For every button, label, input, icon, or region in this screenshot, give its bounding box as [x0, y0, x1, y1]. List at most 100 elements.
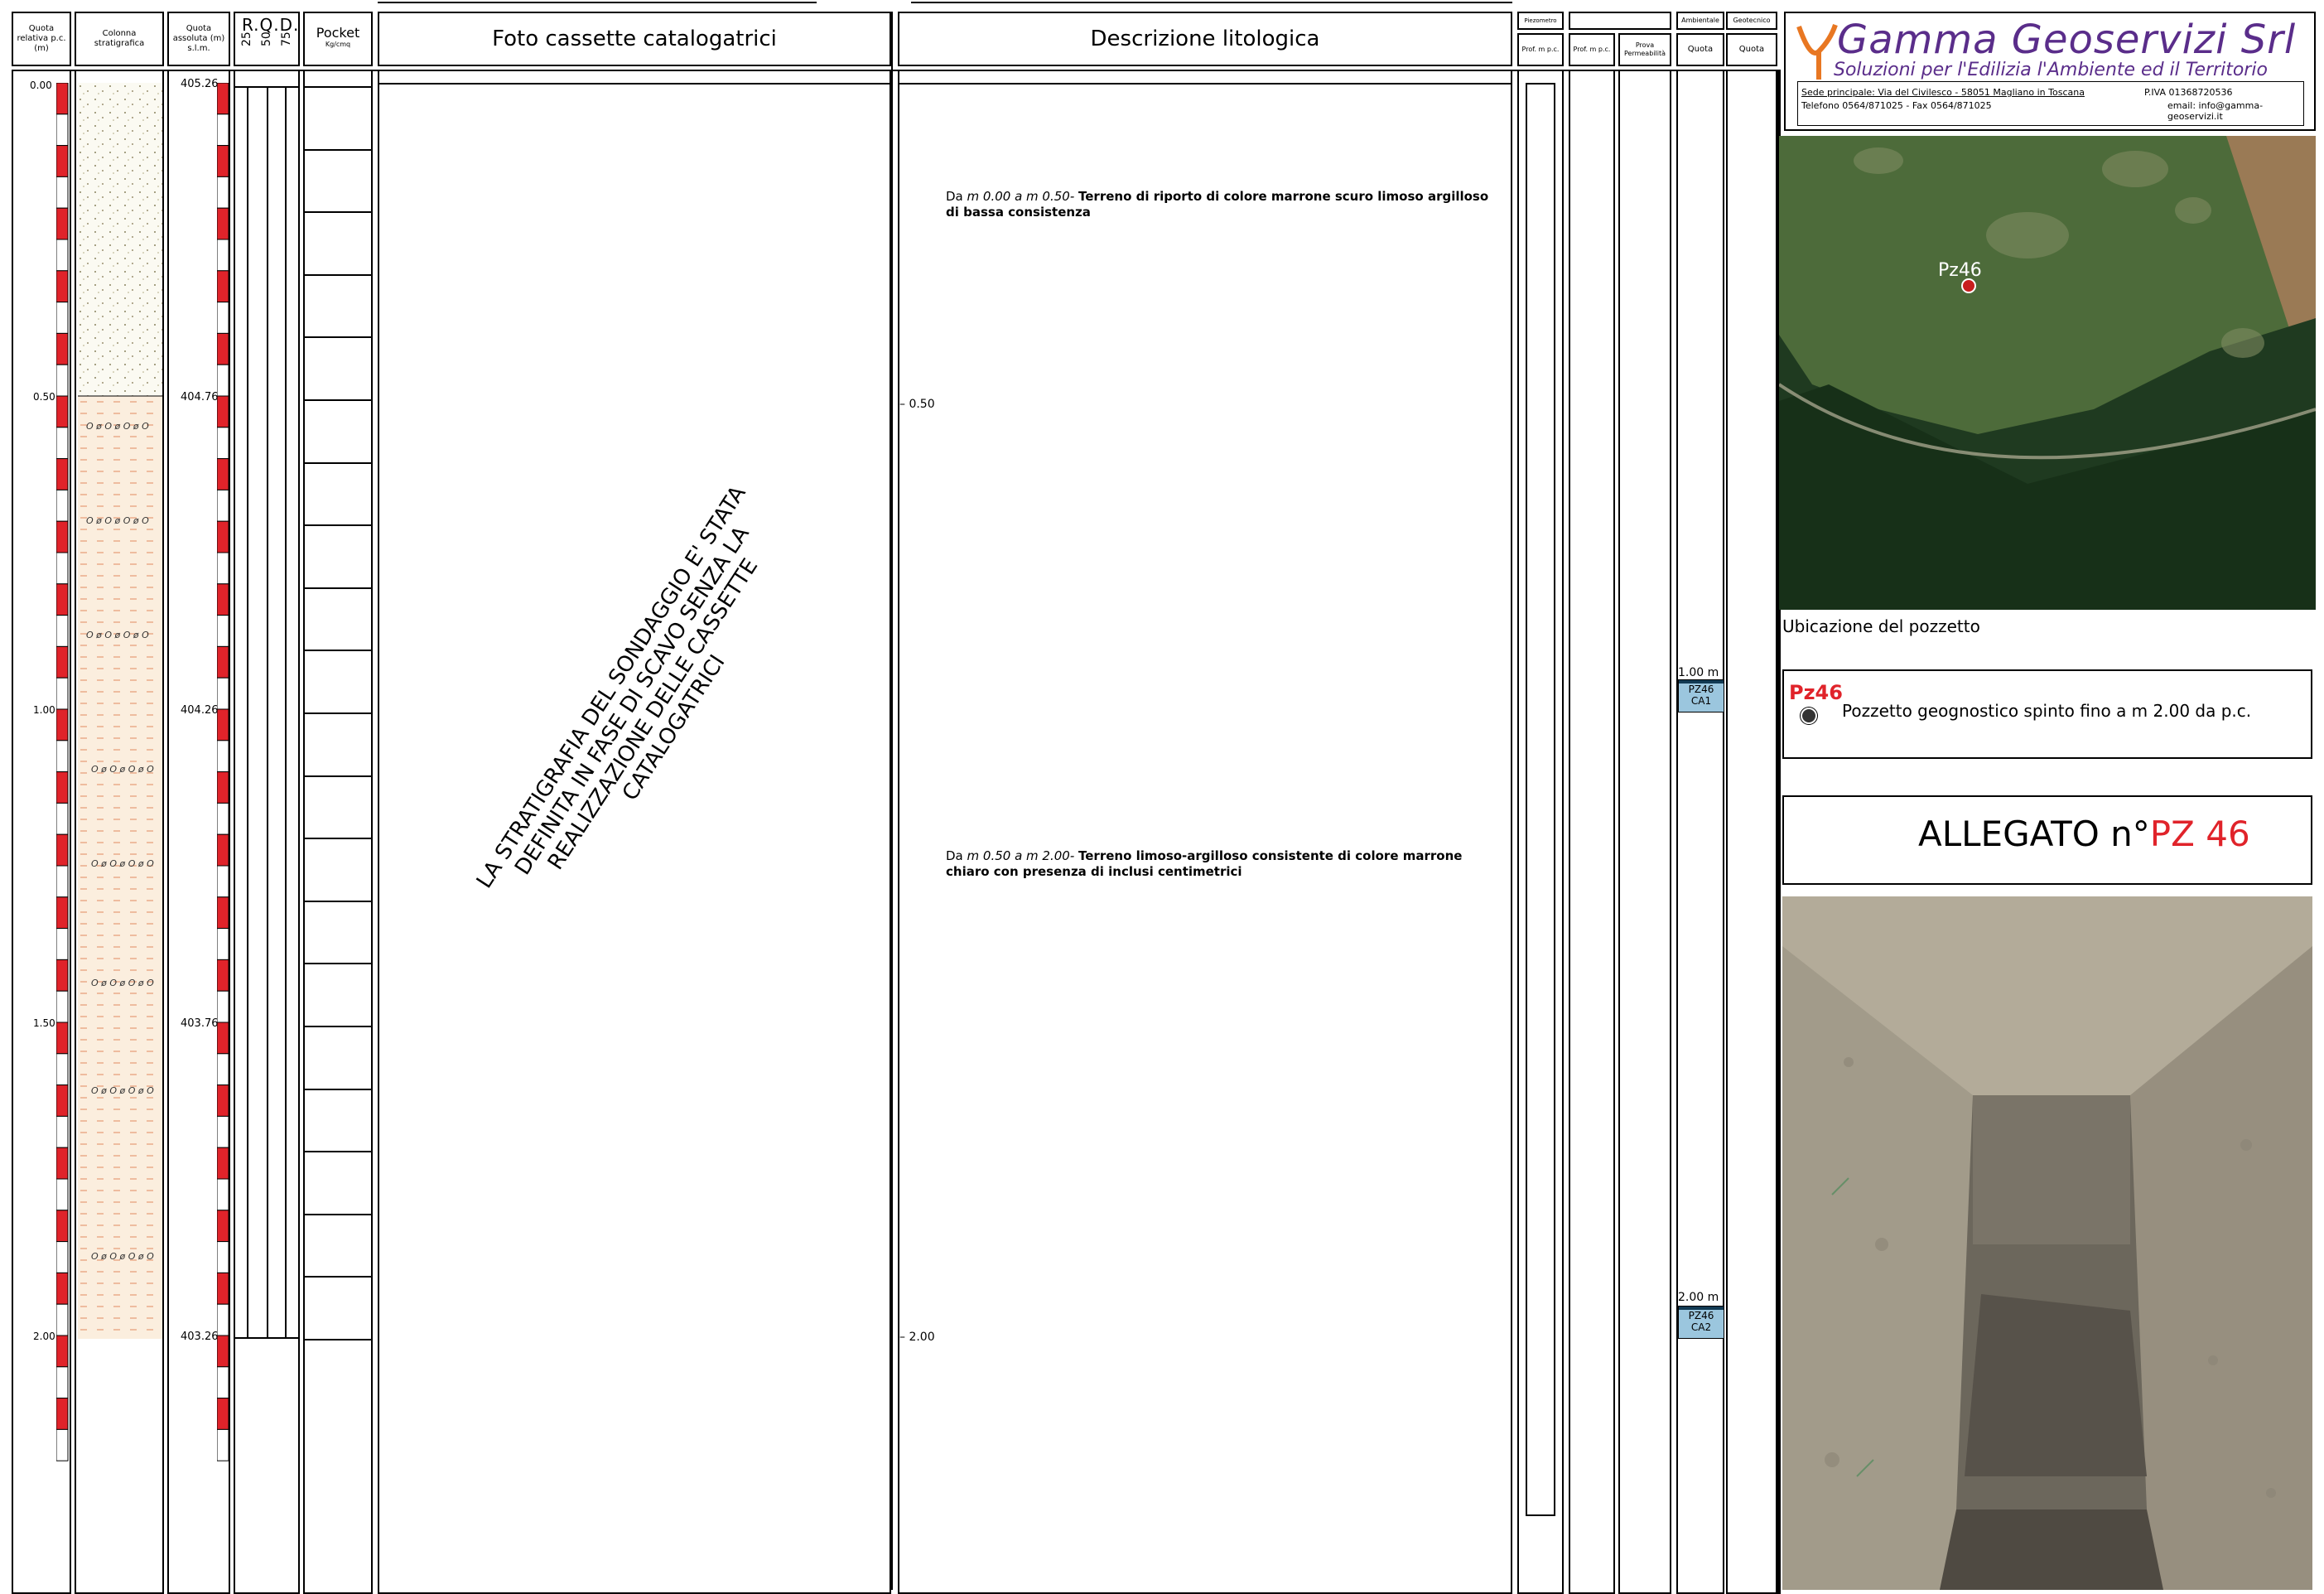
ruler-segment — [217, 114, 229, 147]
ruler-segment — [217, 1210, 229, 1243]
ruler-segment — [56, 1210, 69, 1243]
descr-depth-tick-1-text: 0.50 — [909, 398, 935, 411]
header-foto: Foto cassette catalogatrici — [378, 12, 891, 66]
pocket-grid-line — [303, 712, 373, 714]
header-foto-text: Foto cassette catalogatrici — [492, 27, 777, 51]
piezometer-tube — [1526, 83, 1555, 1516]
ruler-segment — [217, 270, 229, 303]
company-address: Sede principale: Via del Civilesco - 580… — [1801, 87, 2085, 98]
svg-text:O ø O ø O ø O: O ø O ø O ø O — [86, 630, 149, 640]
rqd-tick-50: 50 — [260, 31, 273, 46]
pocket-grid-line — [303, 587, 373, 589]
pocket-grid — [303, 86, 373, 1465]
svg-text:O ø O ø O ø O: O ø O ø O ø O — [91, 858, 154, 869]
ruler-segment — [56, 708, 69, 741]
pocket-grid-line — [303, 775, 373, 777]
ruler-segment — [56, 332, 69, 365]
pocket-grid-line — [303, 650, 373, 652]
ruler-segment — [217, 1115, 229, 1148]
depth-label-3: 1.50 — [33, 1017, 55, 1029]
depth-label-1: 0.50 — [33, 391, 55, 403]
ruler-segment — [56, 458, 69, 490]
ruler-segment — [217, 583, 229, 616]
header-prova-perm: Prova Permeabilità — [1618, 33, 1671, 66]
ruler-segment — [56, 677, 69, 710]
ruler-segment — [56, 489, 69, 522]
ruler-segment — [56, 1241, 69, 1273]
pocket-grid-line — [303, 1026, 373, 1027]
pocket-grid-line — [303, 1088, 373, 1090]
body-top-rule — [12, 70, 1777, 71]
ruler-segment — [217, 552, 229, 585]
ruler-segment — [56, 427, 69, 460]
ruler-segment — [56, 1428, 69, 1461]
ruler-segment — [56, 364, 69, 397]
ruler-segment — [56, 959, 69, 992]
top-rule-2 — [911, 2, 1512, 3]
col-foto — [378, 70, 891, 1594]
ruler-segment — [217, 1366, 229, 1399]
company-info-box: Sede principale: Via del Civilesco - 580… — [1797, 81, 2304, 126]
ruler-segment — [217, 708, 229, 741]
header-quota-geo-text: Quota — [1738, 45, 1765, 54]
pocket-grid-line — [303, 211, 373, 214]
ruler-segment — [56, 552, 69, 585]
lithology-1-range: m 0.00 a m 0.50- — [967, 189, 1075, 204]
svg-text:O ø O ø O ø O: O ø O ø O ø O — [86, 421, 149, 432]
header-quota-geo: Quota — [1726, 33, 1777, 66]
company-phone: Telefono 0564/871025 - Fax 0564/871025 — [1801, 100, 1992, 111]
header-prof-2-text: Prof. m p.c. — [1573, 46, 1611, 53]
ruler-segment — [56, 1335, 69, 1368]
pocket-grid-line — [303, 461, 373, 464]
pocket-grid-line — [303, 900, 373, 902]
depth-ruler-relative — [56, 83, 69, 1461]
ruler-segment — [56, 1115, 69, 1148]
descr-depth-tick-2-text: 2.00 — [909, 1331, 935, 1344]
sample-1-label: PZ46 — [1688, 683, 1714, 695]
abs-label-1: 404.76 — [181, 391, 219, 403]
pocket-grid-line — [303, 336, 373, 339]
pocket-grid-line — [303, 963, 373, 965]
ruler-segment — [217, 1272, 229, 1305]
ruler-segment — [217, 896, 229, 930]
header-prof-1: Prof. m p.c. — [1517, 33, 1564, 66]
ruler-segment — [217, 145, 229, 177]
svg-text:O ø O ø O ø O: O ø O ø O ø O — [91, 1085, 154, 1096]
abs-label-0: 405.26 — [181, 78, 219, 90]
header-rqd: R.Q.D. 25 50 75 — [234, 12, 300, 66]
allegato-label: ALLEGATO n°PZ 46 — [1918, 814, 2250, 854]
ruler-segment — [217, 458, 229, 490]
depth-label-2: 1.00 — [33, 704, 55, 716]
header-descrizione-text: Descrizione litologica — [1090, 27, 1320, 51]
header-piezometro: Piezometro — [1517, 12, 1564, 30]
ruler-segment — [217, 677, 229, 710]
location-map: Pz46 — [1779, 136, 2316, 610]
header-geotecnico-text: Geotecnico — [1733, 17, 1771, 24]
ruler-segment — [56, 1366, 69, 1399]
ruler-segment — [217, 1398, 229, 1430]
company-email: email: info@gamma-geoservizi.it — [2167, 100, 2264, 122]
pocket-grid-line — [303, 399, 373, 401]
ruler-segment — [217, 802, 229, 835]
ruler-segment — [56, 990, 69, 1023]
header-quota-relativa-text: Quota relativa p.c. (m) — [17, 24, 66, 53]
svg-text:O ø O ø O ø O: O ø O ø O ø O — [86, 515, 149, 526]
ruler-segment — [56, 865, 69, 898]
pocket-grid-line — [303, 86, 373, 88]
sample-1-code: CA1 — [1690, 695, 1712, 707]
col-quota-amb — [1676, 70, 1724, 1594]
header-colonna-text: Colonna stratigrafica — [94, 29, 145, 48]
pocket-grid-line — [303, 1213, 373, 1215]
descr-inner-rule — [898, 83, 1512, 85]
ruler-segment — [217, 427, 229, 460]
ruler-segment — [217, 207, 229, 240]
map-marker-label: Pz46 — [1938, 260, 1982, 281]
sample-2-depth: 2.00 m — [1678, 1291, 1719, 1304]
col-descrizione — [898, 70, 1512, 1594]
ruler-segment — [217, 645, 229, 679]
allegato-prefix: ALLEGATO n° — [1918, 814, 2150, 854]
header-blank-top — [1569, 12, 1671, 30]
pocket-grid-line — [303, 273, 373, 276]
svg-text:O ø O ø O ø O: O ø O ø O ø O — [91, 978, 154, 988]
ruler-segment — [217, 959, 229, 992]
